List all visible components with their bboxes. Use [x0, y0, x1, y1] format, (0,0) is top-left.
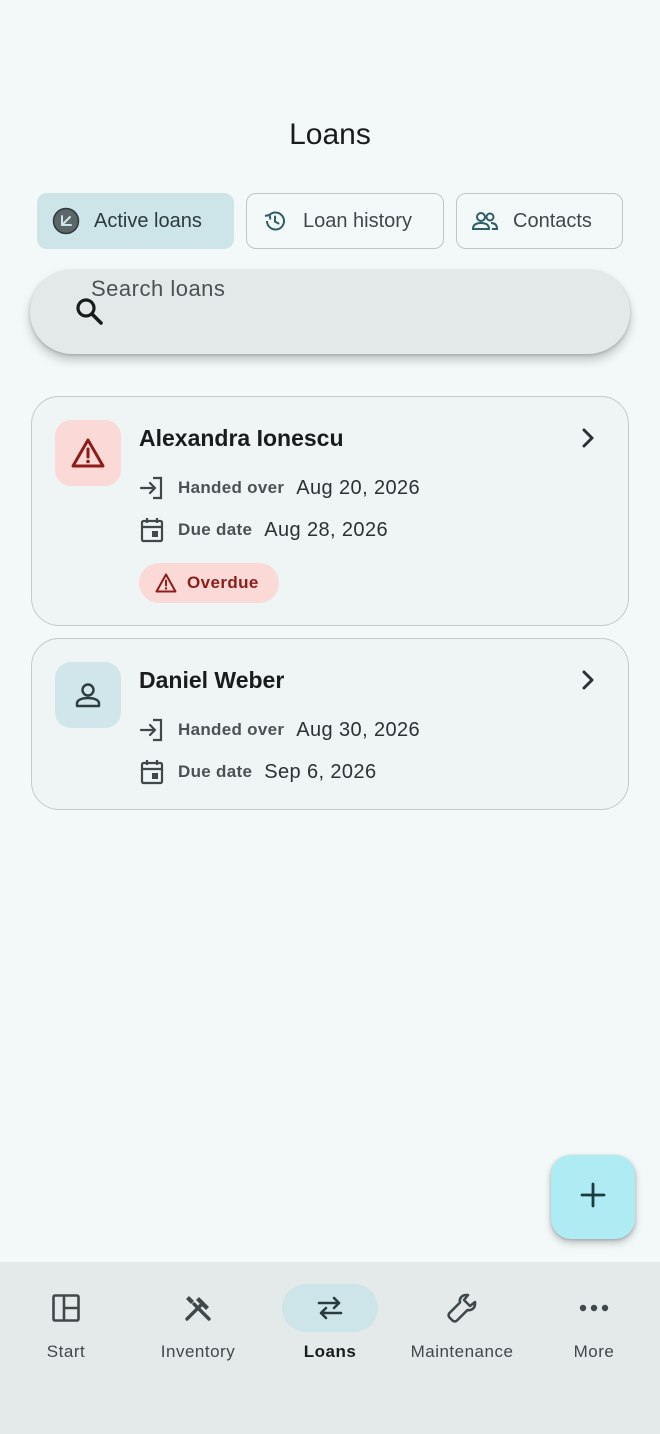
handed-over-date: Aug 20, 2026: [296, 476, 421, 499]
chevron-right-icon[interactable]: [576, 667, 600, 693]
handed-over-label: Handed over: [178, 478, 285, 497]
more-icon: [546, 1284, 642, 1332]
handed-over-row: Handed over Aug 20, 2026: [139, 475, 420, 501]
contacts-icon: [471, 207, 499, 235]
handed-over-label: Handed over: [178, 720, 285, 739]
calendar-icon: [139, 759, 165, 785]
warning-small-icon: [155, 572, 177, 594]
nav-label: Loans: [303, 1342, 357, 1361]
login-icon: [139, 475, 165, 501]
chip-active-loans[interactable]: Active loans: [37, 193, 234, 249]
borrower-name: Alexandra Ionescu: [139, 425, 344, 451]
chip-loan-history[interactable]: Loan history: [246, 193, 444, 249]
warning-icon: [55, 420, 121, 486]
overdue-badge: Overdue: [139, 563, 279, 603]
handed-over-date: Aug 30, 2026: [296, 718, 421, 741]
chevron-right-icon[interactable]: [576, 425, 600, 451]
nav-label: Start: [46, 1342, 86, 1361]
due-date-row: Due date Sep 6, 2026: [139, 759, 376, 785]
dashboard-icon: [18, 1284, 114, 1332]
due-date-value: Sep 6, 2026: [264, 760, 377, 783]
borrower-name: Daniel Weber: [139, 667, 285, 693]
active-loans-icon: [52, 207, 80, 235]
due-date-label: Due date: [178, 520, 253, 539]
due-date-value: Aug 28, 2026: [264, 518, 388, 541]
add-loan-button[interactable]: [551, 1155, 635, 1239]
nav-label: Maintenance: [410, 1342, 514, 1361]
loans-screen: Loans Active loans Loan history Contacts…: [0, 0, 660, 1434]
bottom-navigation: Start Inventory Loans Maintenance More: [0, 1262, 660, 1434]
tools-icon: [150, 1284, 246, 1332]
nav-label: More: [573, 1342, 615, 1361]
chip-loan-history-label: Loan history: [303, 209, 412, 232]
search-input[interactable]: Search loans: [91, 276, 225, 302]
add-icon: [580, 1182, 606, 1213]
handed-over-row: Handed over Aug 30, 2026: [139, 717, 420, 743]
login-icon: [139, 717, 165, 743]
overdue-label: Overdue: [187, 573, 259, 592]
due-date-label: Due date: [178, 762, 253, 781]
loan-card[interactable]: Alexandra Ionescu Handed over Aug 20, 20…: [31, 396, 629, 626]
calendar-icon: [139, 517, 165, 543]
chip-contacts-label: Contacts: [513, 209, 592, 232]
swap-icon: [282, 1284, 378, 1332]
history-icon: [261, 207, 289, 235]
nav-item-maintenance[interactable]: Maintenance: [396, 1262, 528, 1382]
loan-card[interactable]: Daniel Weber Handed over Aug 30, 2026 Du…: [31, 638, 629, 810]
nav-item-loans[interactable]: Loans: [264, 1262, 396, 1382]
nav-label: Inventory: [160, 1342, 236, 1361]
nav-item-start[interactable]: Start: [0, 1262, 132, 1382]
person-icon: [55, 662, 121, 728]
nav-item-more[interactable]: More: [528, 1262, 660, 1382]
chip-active-loans-label: Active loans: [94, 209, 202, 232]
due-date-row: Due date Aug 28, 2026: [139, 517, 388, 543]
chip-contacts[interactable]: Contacts: [456, 193, 623, 249]
wrench-icon: [414, 1284, 510, 1332]
page-title: Loans: [289, 118, 371, 151]
nav-item-inventory[interactable]: Inventory: [132, 1262, 264, 1382]
